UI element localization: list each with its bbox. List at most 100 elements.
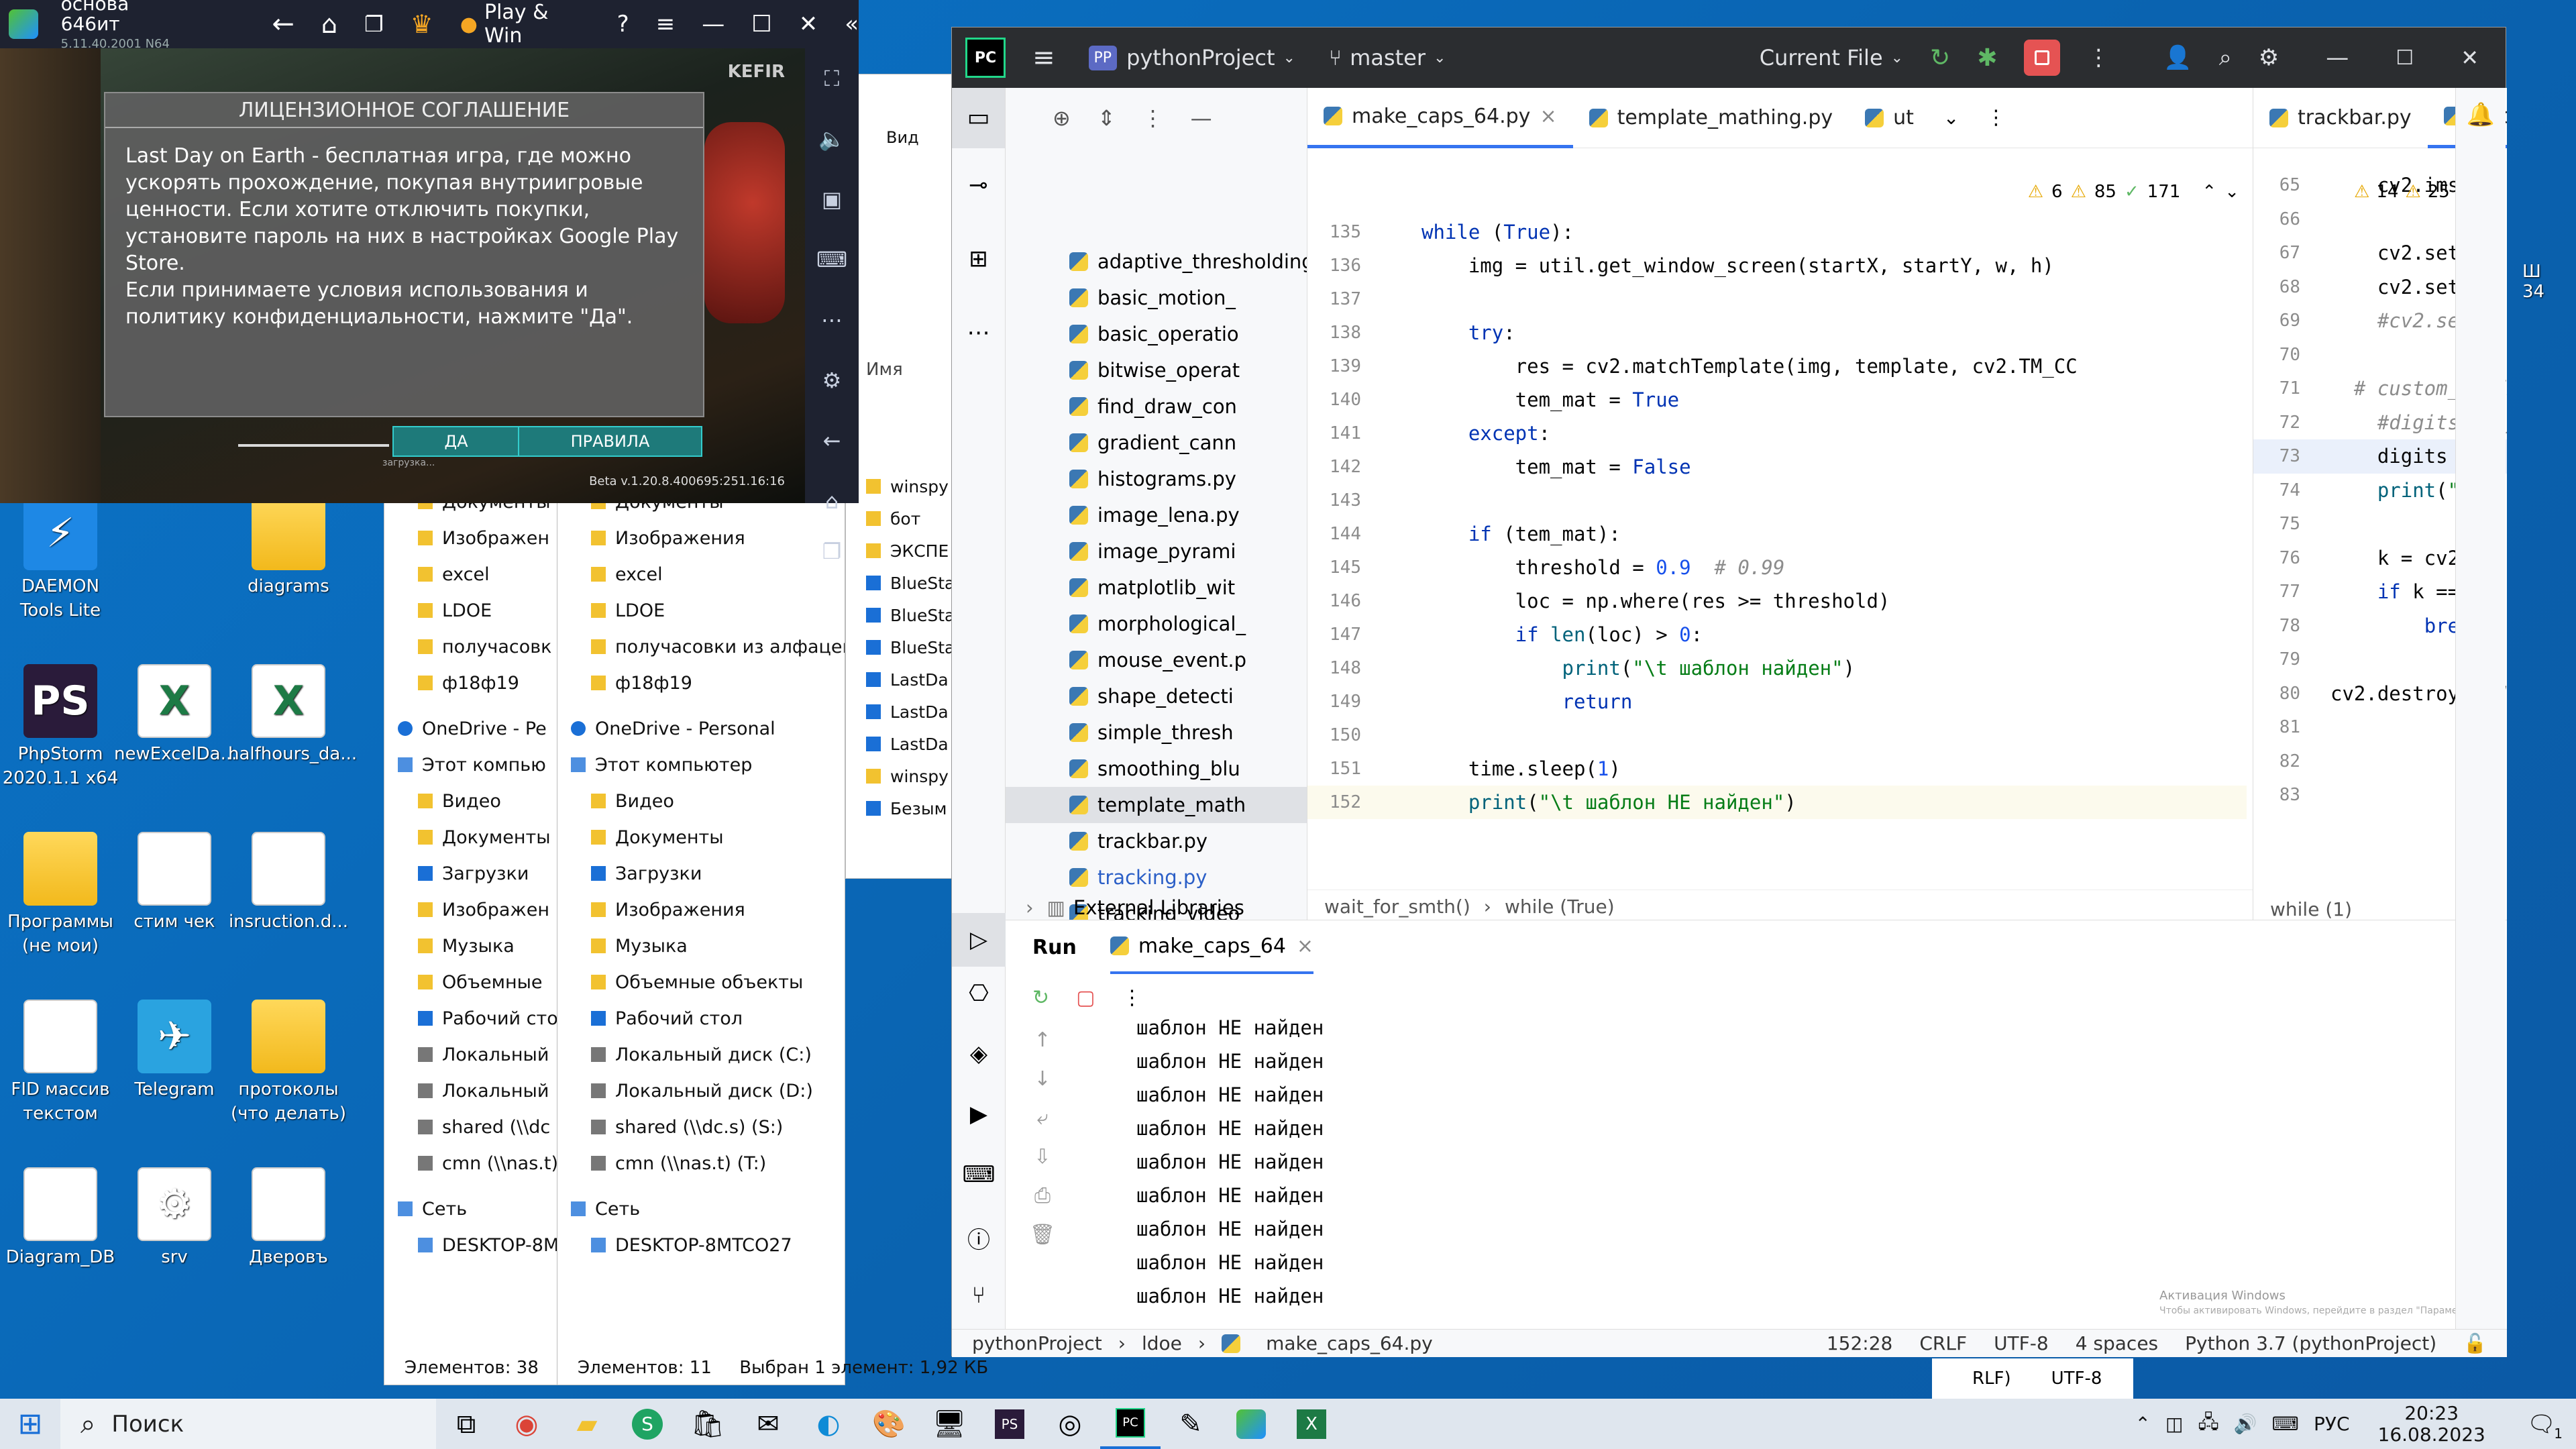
close-tab-icon[interactable]: × bbox=[1297, 934, 1313, 958]
tray-app-icon[interactable]: ◫ bbox=[2165, 1413, 2183, 1435]
project-selector[interactable]: PP pythonProject ⌄ bbox=[1088, 45, 1295, 70]
stop-button[interactable] bbox=[2024, 40, 2061, 76]
rerun-icon[interactable]: ↻ bbox=[1930, 44, 1950, 72]
nav-item[interactable]: Сеть bbox=[557, 1191, 845, 1227]
code-line[interactable]: 138 try: bbox=[1307, 316, 2247, 350]
start-icon[interactable]: ⊞ bbox=[0, 1399, 60, 1449]
nav-item[interactable]: ф18ф19 bbox=[557, 665, 845, 701]
nav-item[interactable]: Видео bbox=[384, 783, 564, 819]
nav-item[interactable]: cmn (\\nas.t) bbox=[384, 1145, 564, 1181]
phpstorm-icon[interactable]: PS bbox=[979, 1399, 1040, 1449]
caret-position[interactable]: 152:28 bbox=[1827, 1332, 1893, 1354]
structure-tool-icon[interactable]: ⊞ bbox=[952, 222, 1005, 296]
menu-icon[interactable]: ≡ bbox=[656, 11, 676, 38]
minimize-icon[interactable]: — bbox=[702, 11, 724, 38]
mail-icon[interactable]: ✉ bbox=[738, 1399, 798, 1449]
project-file[interactable]: morphological_ bbox=[1006, 606, 1307, 642]
project-file[interactable]: simple_thresh bbox=[1006, 714, 1307, 751]
nav-item[interactable]: excel bbox=[384, 556, 564, 592]
language-indicator[interactable]: РУС bbox=[2314, 1413, 2350, 1435]
file-item[interactable]: LastDa bbox=[866, 696, 953, 728]
paint-icon[interactable]: 🎨 bbox=[859, 1399, 919, 1449]
excel-taskbar-icon[interactable]: X bbox=[1281, 1399, 1342, 1449]
services-icon[interactable]: ▶ bbox=[952, 1101, 1006, 1128]
nav-item[interactable]: LDOE bbox=[384, 592, 564, 629]
code-line[interactable]: 147 if len(loc) > 0: bbox=[1307, 618, 2247, 651]
notifications-icon[interactable]: 🔔 bbox=[2456, 101, 2506, 128]
settings-icon[interactable]: ⚙ bbox=[805, 350, 859, 411]
project-file[interactable]: adaptive_thresholding.py bbox=[1006, 244, 1307, 280]
encoding[interactable]: UTF-8 bbox=[1994, 1332, 2049, 1354]
code-line[interactable]: 135 while (True): bbox=[1307, 215, 2247, 249]
remote-desktop-icon[interactable]: 🖥 bbox=[919, 1399, 979, 1449]
crown-icon[interactable]: ♛ bbox=[411, 9, 433, 39]
nav-item[interactable]: DESKTOP-8M bbox=[384, 1227, 564, 1263]
minimize-icon[interactable]: — bbox=[2326, 44, 2349, 71]
run-tool-icon[interactable]: ▷ bbox=[952, 913, 1006, 967]
desktop-icon[interactable]: протоколы (что делать) bbox=[228, 1000, 349, 1126]
project-file[interactable]: basic_operatio bbox=[1006, 316, 1307, 352]
debug-icon[interactable]: ✱ bbox=[1977, 44, 1997, 72]
nav-item[interactable]: ф18ф19 bbox=[384, 665, 564, 701]
file-item[interactable]: LastDa bbox=[866, 728, 953, 760]
notifications-icon[interactable]: 🗨 1 bbox=[2527, 1411, 2563, 1442]
locate-icon[interactable]: ⊕ bbox=[1053, 105, 1071, 131]
add-user-icon[interactable]: 👤 bbox=[2163, 44, 2192, 71]
nav-item[interactable]: Изображения bbox=[557, 520, 845, 556]
options-icon[interactable]: ⋮ bbox=[1142, 105, 1164, 131]
project-file[interactable]: bitwise_operat bbox=[1006, 352, 1307, 388]
project-file[interactable]: template_math bbox=[1006, 787, 1307, 823]
branch-selector[interactable]: ⑂ master ⌄ bbox=[1329, 45, 1446, 70]
app-circle-icon[interactable]: ◎ bbox=[1040, 1399, 1100, 1449]
code-line[interactable]: 148 print("\t шаблон найден") bbox=[1307, 651, 2247, 685]
file-item[interactable]: Безым bbox=[866, 792, 953, 824]
code-line[interactable]: 146 loc = np.where(res >= threshold) bbox=[1307, 584, 2247, 618]
edge-icon[interactable]: ◐ bbox=[798, 1399, 859, 1449]
stop-icon[interactable]: ▢ bbox=[1076, 986, 1095, 1010]
project-file[interactable]: histograms.py bbox=[1006, 461, 1307, 497]
back-side-icon[interactable]: ← bbox=[805, 411, 859, 471]
more-actions-icon[interactable]: ⋮ bbox=[2087, 44, 2110, 71]
more-icon[interactable]: ⋯ bbox=[805, 290, 859, 350]
breadcrumb-while[interactable]: while (True) bbox=[1505, 896, 1615, 918]
nav-item[interactable]: shared (\\dc.s) (S:) bbox=[557, 1109, 845, 1145]
help-icon[interactable]: ? bbox=[617, 11, 629, 38]
file-item[interactable]: BlueSta bbox=[866, 599, 953, 631]
terminal-icon[interactable]: ⌨ bbox=[952, 1161, 1006, 1188]
nav-item[interactable]: OneDrive - Pe bbox=[384, 710, 564, 747]
nav-item[interactable]: Локальный bbox=[384, 1073, 564, 1109]
column-name[interactable]: Имя bbox=[866, 360, 903, 380]
desktop-icon[interactable]: diagrams bbox=[228, 496, 349, 598]
app-s-icon[interactable]: S bbox=[617, 1399, 678, 1449]
nav-item[interactable]: Документы bbox=[557, 819, 845, 855]
arrow-down-icon[interactable]: ↓ bbox=[1026, 1060, 1059, 1099]
code-line[interactable]: 143 bbox=[1307, 484, 2247, 517]
file-item[interactable]: BlueSta bbox=[866, 631, 953, 663]
tab-ut[interactable]: ut bbox=[1849, 88, 1930, 148]
settings-icon[interactable]: ⚙ bbox=[2259, 44, 2279, 71]
path-folder[interactable]: ldoe bbox=[1142, 1332, 1182, 1354]
interpreter[interactable]: Python 3.7 (pythonProject) bbox=[2185, 1332, 2436, 1354]
more-tools-icon[interactable]: ⋯ bbox=[952, 296, 1005, 370]
keyboard-icon[interactable]: ⌨ bbox=[805, 229, 859, 290]
nav-item[interactable]: Загрузки bbox=[557, 855, 845, 892]
breadcrumb-function[interactable]: wait_for_smth() bbox=[1324, 896, 1470, 918]
bluestacks-taskbar-icon[interactable] bbox=[1221, 1399, 1281, 1449]
task-view-icon[interactable]: ⧉ bbox=[436, 1399, 496, 1449]
nav-item[interactable]: получасовки из алфацен bbox=[557, 629, 845, 665]
file-item[interactable]: winspy bbox=[866, 760, 953, 792]
code-line[interactable]: 139 res = cv2.matchTemplate(img, templat… bbox=[1307, 350, 2247, 383]
volume-icon[interactable]: 🔊 bbox=[2234, 1413, 2257, 1435]
nav-item[interactable]: Объемные bbox=[384, 964, 564, 1000]
clock[interactable]: 20:23 16.08.2023 bbox=[2378, 1402, 2485, 1446]
file-explorer-icon[interactable]: ▰ bbox=[557, 1399, 617, 1449]
nav-item[interactable]: excel bbox=[557, 556, 845, 592]
multi-instance-icon[interactable]: ❐ bbox=[364, 11, 384, 37]
code-line[interactable]: 144 if (tem_mat): bbox=[1307, 517, 2247, 551]
nav-item[interactable]: Локальный bbox=[384, 1036, 564, 1073]
nav-item[interactable]: shared (\\dc bbox=[384, 1109, 564, 1145]
store-icon[interactable]: 🛍 bbox=[678, 1399, 738, 1449]
tab-trackbar[interactable]: trackbar.py bbox=[2253, 88, 2428, 148]
run-config-selector[interactable]: Current File ⌄ bbox=[1760, 45, 1903, 70]
nav-item[interactable]: Видео bbox=[557, 783, 845, 819]
